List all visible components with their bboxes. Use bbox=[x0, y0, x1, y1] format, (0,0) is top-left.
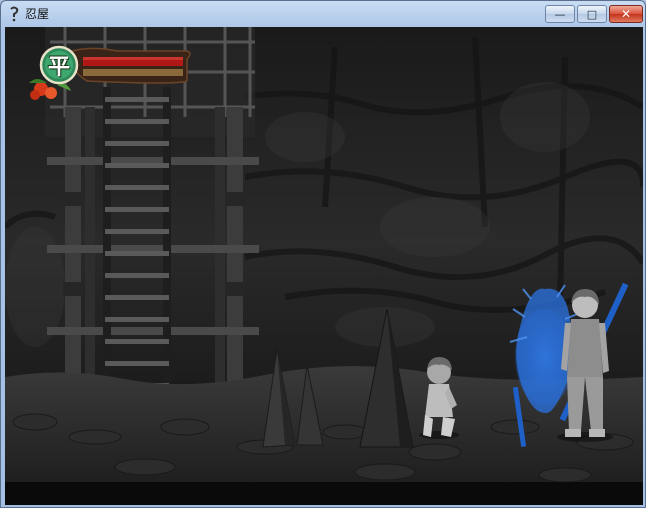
game-viewport[interactable]: 平 bbox=[5, 27, 643, 505]
close-icon: ✕ bbox=[620, 7, 632, 21]
player-hud: 平 bbox=[27, 45, 197, 105]
close-button[interactable]: ✕ bbox=[609, 5, 643, 23]
window-title: 忍屋 bbox=[25, 7, 50, 21]
minimize-button[interactable]: — bbox=[545, 5, 575, 23]
maximize-button[interactable]: □ bbox=[577, 5, 607, 23]
app-icon bbox=[10, 6, 19, 22]
emblem-glyph: 平 bbox=[47, 54, 70, 80]
maximize-icon: □ bbox=[586, 7, 598, 21]
title-bar[interactable]: 忍屋 — □ ✕ bbox=[1, 1, 645, 27]
stamina-bar-fill bbox=[83, 69, 183, 76]
game-window: 忍屋 — □ ✕ 平 bbox=[0, 0, 646, 508]
minimize-icon: — bbox=[554, 7, 566, 21]
